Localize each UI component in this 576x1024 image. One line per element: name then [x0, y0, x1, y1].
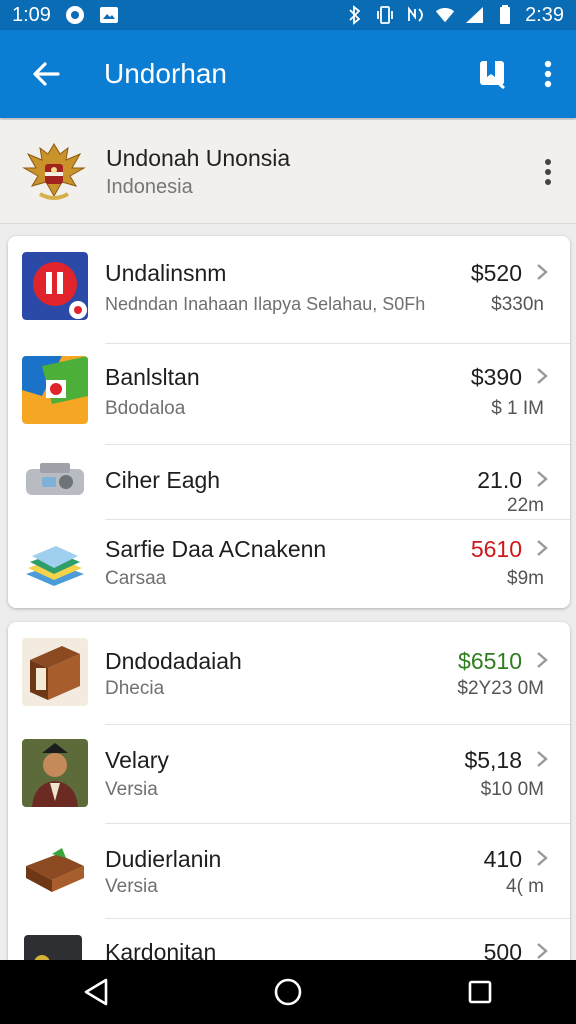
item-title: Banlsltan [105, 364, 200, 390]
item-title: Ciher Eagh [105, 467, 221, 493]
portrait-avatar-icon [22, 739, 88, 807]
more-vert-icon [545, 158, 551, 185]
item-subtitle: Versia [105, 779, 158, 800]
vibrate-icon [375, 5, 395, 25]
nav-recents-button[interactable] [450, 962, 510, 1022]
item-price: 5610 [470, 536, 522, 562]
chevron-right-icon [537, 471, 548, 487]
leather-wallet-icon [26, 848, 84, 892]
item-title: Velary [105, 747, 169, 773]
record-icon [65, 5, 85, 25]
item-meta: $ 1 IM [491, 398, 544, 419]
wifi-icon [435, 5, 455, 25]
item-meta: 4( m [506, 876, 544, 897]
status-bar: 1:09 2:39 [0, 0, 576, 30]
back-button[interactable] [0, 30, 92, 118]
chevron-right-icon [537, 943, 548, 959]
app-bar: Undorhan [0, 30, 576, 118]
item-title: Undalinsnm [105, 260, 227, 286]
item-price: $6510 [458, 648, 522, 674]
home-circle-icon [274, 978, 302, 1006]
list-item[interactable]: Velary Versia $5,18 $10 0M [8, 725, 570, 823]
list-card-1: Undalinsnm Nedndan Inahaan Ilapya Selaha… [8, 236, 570, 608]
nav-back-button[interactable] [66, 962, 126, 1022]
chevron-right-icon [537, 751, 548, 767]
item-price: $520 [470, 260, 522, 286]
item-price: $5,18 [464, 747, 522, 773]
chevron-right-icon [537, 264, 548, 280]
item-price: 410 [483, 846, 522, 872]
header-more-button[interactable] [520, 132, 576, 212]
list-card-2: Dndodadaiah Dhecia $6510 $2Y23 0M Velary… [8, 622, 570, 972]
status-time-right: 2:39 [525, 3, 564, 26]
bluetooth-icon [345, 5, 365, 25]
profile-name: Undonah Unonsia [106, 144, 291, 171]
item-subtitle: Versia [105, 876, 158, 897]
profile-header: Undonah Unonsia Indonesia [0, 120, 576, 224]
stacked-books-icon [26, 546, 84, 586]
item-meta: $330n [491, 294, 544, 315]
recents-square-icon [468, 980, 492, 1004]
item-title: Dudierlanin [105, 846, 222, 872]
list-item[interactable]: Dndodadaiah Dhecia $6510 $2Y23 0M [8, 622, 570, 724]
app-logo-colorful-icon [22, 356, 88, 424]
list-item[interactable]: Ciher Eagh 21.0 22m [8, 445, 570, 519]
item-meta: $2Y23 0M [457, 678, 544, 699]
item-meta: 22m [507, 495, 544, 516]
item-price: $390 [470, 364, 522, 390]
app-logo-red-icon [22, 252, 88, 320]
garuda-emblem-icon [22, 142, 86, 200]
wooden-box-icon [22, 638, 88, 706]
bookmark-button[interactable] [464, 30, 520, 118]
list-item[interactable]: Sarfie Daa ACnakenn Carsaa 5610 $9m [8, 520, 570, 608]
back-triangle-icon [84, 978, 108, 1006]
item-price: 21.0 [477, 467, 522, 493]
app-bar-title: Undorhan [104, 58, 227, 89]
profile-country: Indonesia [106, 175, 193, 198]
chevron-right-icon [537, 540, 548, 556]
item-meta: $10 0M [480, 779, 544, 800]
chevron-right-icon [537, 652, 548, 668]
nav-home-button[interactable] [258, 962, 318, 1022]
item-title: Dndodadaiah [105, 648, 242, 674]
item-title: Sarfie Daa ACnakenn [105, 536, 327, 562]
item-subtitle: Nedndan Inahaan Ilapya Selahau, S0Fh [105, 294, 426, 314]
image-icon [99, 5, 119, 25]
camera-device-icon [26, 463, 84, 495]
overflow-menu-icon [544, 60, 552, 88]
item-meta: $9m [507, 568, 544, 589]
list-item[interactable]: Undalinsnm Nedndan Inahaan Ilapya Selaha… [8, 236, 570, 342]
chevron-right-icon [537, 850, 548, 866]
item-subtitle: Carsaa [105, 568, 167, 589]
battery-icon [495, 5, 515, 25]
status-time-left: 1:09 [12, 3, 51, 26]
chevron-right-icon [537, 368, 548, 384]
bookmark-icon [480, 61, 505, 89]
item-subtitle: Dhecia [105, 678, 165, 699]
list-item[interactable]: Banlsltan Bdodaloa $390 $ 1 IM [8, 344, 570, 444]
item-subtitle: Bdodaloa [105, 398, 186, 419]
nfc-icon [405, 5, 425, 25]
system-nav-bar [0, 960, 576, 1024]
list-item[interactable]: Dudierlanin Versia 410 4( m [8, 824, 570, 918]
arrow-left-icon [33, 62, 60, 86]
overflow-menu-button[interactable] [520, 30, 576, 118]
signal-icon [465, 5, 485, 25]
